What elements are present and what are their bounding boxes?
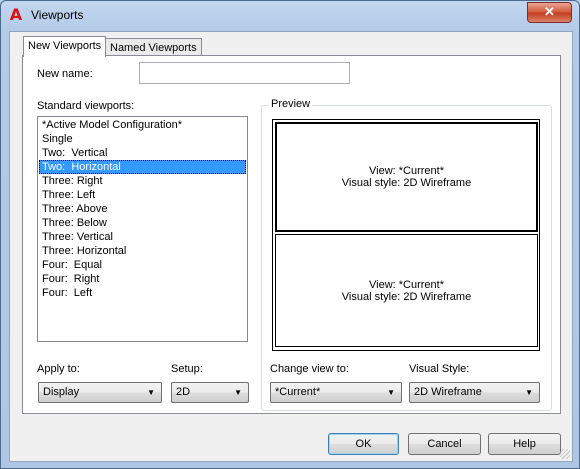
apply-to-value: Display [43, 386, 80, 398]
viewport-style-label: Visual style: 2D Wireframe [341, 177, 472, 189]
chevron-down-icon: ▼ [234, 388, 242, 397]
preview-frame: View: *Current* Visual style: 2D Wirefra… [272, 119, 540, 351]
list-item[interactable]: Three: Right [39, 174, 246, 188]
close-icon: ✕ [544, 4, 555, 19]
chevron-down-icon: ▼ [147, 388, 155, 397]
list-item[interactable]: Single [39, 132, 246, 146]
chevron-down-icon: ▼ [525, 388, 533, 397]
list-item[interactable]: Four: Left [39, 286, 246, 300]
visual-style-select[interactable]: 2D Wireframe ▼ [409, 382, 540, 403]
list-item[interactable]: Three: Left [39, 188, 246, 202]
dialog-body: New Viewports Named Viewports New name: … [9, 31, 573, 462]
visual-style-value: 2D Wireframe [414, 386, 482, 398]
new-name-label: New name: [37, 68, 93, 80]
chevron-down-icon: ▼ [387, 388, 395, 397]
setup-select[interactable]: 2D ▼ [171, 382, 249, 403]
change-view-to-label: Change view to: [270, 363, 349, 375]
viewports-dialog: A Viewports ✕ New Viewports Named Viewpo… [0, 0, 580, 469]
list-item[interactable]: Three: Vertical [39, 230, 246, 244]
preview-label: Preview [269, 98, 313, 110]
apply-to-label: Apply to: [37, 363, 80, 375]
window-title: Viewports [31, 8, 84, 22]
visual-style-label: Visual Style: [409, 363, 470, 375]
list-item[interactable]: Two: Vertical [39, 146, 246, 160]
viewport-view-label: View: *Current* [369, 278, 444, 291]
standard-viewports-list[interactable]: *Active Model Configuration* Single Two:… [37, 116, 248, 342]
list-item[interactable]: Three: Above [39, 202, 246, 216]
list-item[interactable]: Three: Below [39, 216, 246, 230]
resize-grip[interactable] [560, 449, 570, 459]
viewport-view-label: View: *Current* [369, 165, 444, 177]
setup-value: 2D [176, 386, 191, 398]
close-button[interactable]: ✕ [527, 2, 572, 23]
help-button[interactable]: Help [488, 433, 561, 455]
cancel-button[interactable]: Cancel [408, 433, 481, 455]
preview-viewport-bottom[interactable]: View: *Current* Visual style: 2D Wirefra… [275, 234, 538, 347]
list-item[interactable]: Four: Equal [39, 258, 246, 272]
change-view-to-value: *Current* [275, 386, 321, 398]
list-item[interactable]: Four: Right [39, 272, 246, 286]
viewport-style-label: Visual style: 2D Wireframe [341, 290, 472, 303]
ok-button[interactable]: OK [328, 433, 399, 455]
list-item[interactable]: *Active Model Configuration* [39, 118, 246, 132]
setup-label: Setup: [171, 363, 203, 375]
change-view-to-select[interactable]: *Current* ▼ [270, 382, 402, 403]
list-item[interactable]: Three: Horizontal [39, 244, 246, 258]
tab-panel-new-viewports: New name: Standard viewports: *Active Mo… [22, 55, 561, 414]
standard-viewports-label: Standard viewports: [37, 100, 135, 112]
tab-new-viewports[interactable]: New Viewports [23, 36, 107, 57]
new-name-input[interactable] [139, 62, 350, 84]
apply-to-select[interactable]: Display ▼ [38, 382, 162, 403]
title-bar[interactable]: A Viewports ✕ [1, 1, 579, 31]
list-item-selected[interactable]: Two: Horizontal [39, 160, 246, 174]
preview-viewport-top[interactable]: View: *Current* Visual style: 2D Wirefra… [275, 122, 538, 232]
autocad-a-icon: A [9, 5, 23, 24]
